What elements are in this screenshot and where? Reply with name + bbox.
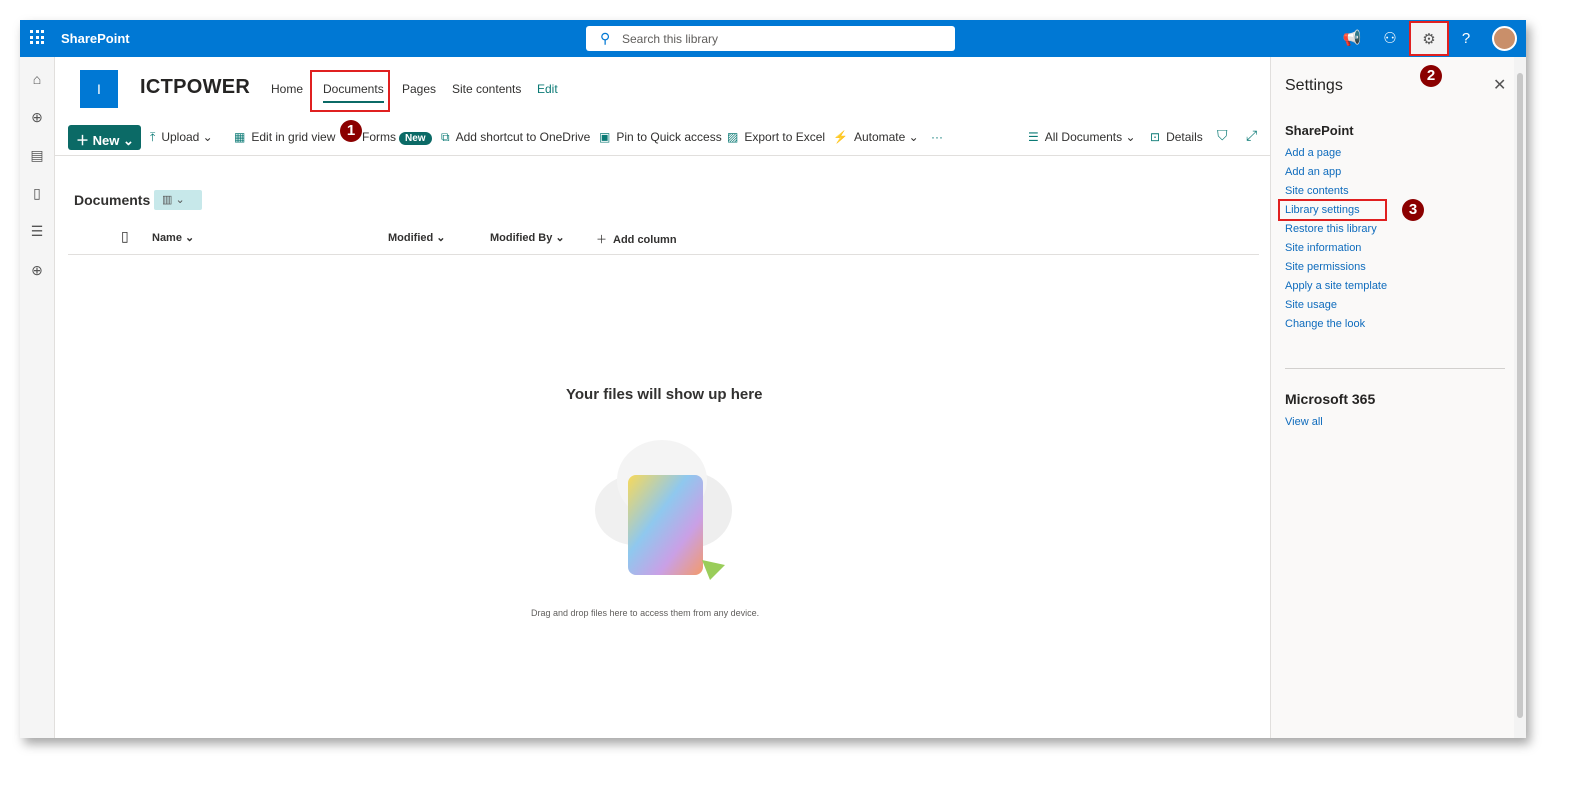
app-launcher-icon[interactable] — [30, 30, 44, 44]
new-label: New — [92, 133, 120, 148]
annotation-badge-3: 3 — [1402, 199, 1424, 221]
shortcut-label: Add shortcut to OneDrive — [455, 130, 591, 144]
pin-label: Pin to Quick access — [616, 130, 722, 144]
settings-panel: Settings ✕ SharePoint Add a page Add an … — [1270, 57, 1514, 738]
column-modified-by-label: Modified By — [490, 232, 553, 244]
empty-hint: Drag and drop files here to access them … — [531, 608, 760, 618]
add-icon[interactable]: ⊕ — [28, 262, 46, 279]
link-restore-library[interactable]: Restore this library — [1285, 223, 1377, 235]
upload-button[interactable]: ⤒ Upload ⌄ — [150, 130, 213, 145]
details-label: Details — [1166, 130, 1203, 144]
upload-label: Upload — [161, 130, 200, 144]
highlight-library-settings — [1278, 199, 1387, 221]
annotation-badge-1: 1 — [340, 120, 362, 142]
nav-home[interactable]: Home — [271, 82, 303, 96]
panel-divider — [1285, 368, 1505, 369]
pin-quick-access-button[interactable]: ▣ Pin to Quick access — [599, 130, 722, 144]
forms-label: Forms — [362, 130, 396, 144]
globe-icon[interactable]: ⊕ — [28, 109, 46, 126]
filter-icon[interactable]: ⛉ — [1217, 127, 1228, 144]
grid-icon: ▦ — [234, 130, 246, 144]
left-rail: ⌂ ⊕ ▤ ▯ ☰ ⊕ — [20, 57, 55, 738]
panel-scrollbar[interactable] — [1514, 57, 1526, 738]
column-name[interactable]: Name ⌄ — [152, 231, 194, 244]
annotation-badge-2: 2 — [1420, 65, 1442, 87]
automate-label: Automate — [853, 130, 906, 144]
view-label: All Documents — [1044, 130, 1123, 144]
help-icon[interactable]: ? — [1448, 20, 1484, 57]
upload-icon: ⤒ — [150, 130, 156, 144]
link-change-look[interactable]: Change the look — [1285, 318, 1365, 330]
settings-title: Settings — [1285, 77, 1343, 94]
link-site-contents[interactable]: Site contents — [1285, 185, 1349, 197]
export-excel-button[interactable]: ▨ Export to Excel — [727, 130, 825, 144]
empty-cloud-illustration — [595, 440, 732, 580]
megaphone-icon[interactable]: 📢 — [1334, 20, 1370, 57]
automate-button[interactable]: ⚡ Automate ⌄ — [833, 130, 919, 144]
m365-section-heading: Microsoft 365 — [1285, 391, 1376, 407]
grid-label: Edit in grid view — [251, 130, 336, 144]
nav-edit[interactable]: Edit — [537, 82, 558, 96]
home-icon[interactable]: ⌂ — [28, 71, 46, 87]
search-input[interactable]: ⚲ Search this library — [586, 26, 955, 51]
link-site-permissions[interactable]: Site permissions — [1285, 261, 1366, 273]
highlight-documents — [310, 70, 390, 112]
shortcut-icon: ⧉ — [441, 130, 450, 144]
avatar[interactable] — [1492, 26, 1517, 51]
divider — [55, 155, 1270, 156]
link-view-all[interactable]: View all — [1285, 416, 1323, 428]
link-add-app[interactable]: Add an app — [1285, 166, 1341, 178]
nav-pages[interactable]: Pages — [402, 82, 436, 96]
library-view-button[interactable]: ▥ ⌄ — [154, 190, 202, 210]
automate-icon: ⚡ — [833, 130, 848, 144]
edit-grid-button[interactable]: ▦ Edit in grid view — [234, 130, 335, 144]
search-placeholder: Search this library — [622, 32, 719, 46]
empty-title: Your files will show up here — [566, 386, 763, 403]
site-logo[interactable]: I — [80, 70, 118, 108]
search-icon: ⚲ — [600, 30, 611, 46]
link-site-information[interactable]: Site information — [1285, 242, 1361, 254]
details-icon: ⊡ — [1150, 130, 1161, 144]
expand-icon[interactable]: ⤢ — [1246, 127, 1257, 144]
file-type-icon: ▯ — [121, 228, 129, 244]
close-icon[interactable]: ✕ — [1493, 75, 1506, 95]
top-bar: SharePoint ⚲ Search this library 📢 ⚇ ⚙ ? — [20, 20, 1526, 57]
view-selector[interactable]: ☰ All Documents ⌄ — [1028, 130, 1136, 144]
column-modified[interactable]: Modified ⌄ — [388, 231, 446, 244]
file-icon[interactable]: ▯ — [28, 185, 46, 202]
sharepoint-window: SharePoint ⚲ Search this library 📢 ⚇ ⚙ ? … — [20, 20, 1526, 738]
pin-icon: ▣ — [599, 130, 611, 144]
link-add-page[interactable]: Add a page — [1285, 147, 1341, 159]
nav-site-contents[interactable]: Site contents — [452, 82, 521, 96]
header-divider — [68, 254, 1259, 255]
export-label: Export to Excel — [744, 130, 826, 144]
new-button[interactable]: ＋ New ⌄ — [68, 125, 141, 150]
link-apply-template[interactable]: Apply a site template — [1285, 280, 1387, 292]
news-icon[interactable]: ▤ — [28, 147, 46, 164]
add-column-button[interactable]: ＋ Add column — [596, 231, 677, 247]
excel-icon: ▨ — [727, 130, 739, 144]
more-button[interactable]: ··· — [931, 130, 943, 144]
column-modified-by[interactable]: Modified By ⌄ — [490, 231, 565, 244]
site-title[interactable]: ICTPOWER — [140, 76, 250, 99]
scrollbar-thumb[interactable] — [1517, 73, 1523, 718]
link-site-usage[interactable]: Site usage — [1285, 299, 1337, 311]
list-icon[interactable]: ☰ — [28, 223, 46, 240]
add-column-label: Add column — [613, 234, 677, 246]
settings-gear-icon[interactable]: ⚙ — [1409, 21, 1449, 56]
new-badge: New — [399, 132, 432, 145]
details-button[interactable]: ⊡ Details — [1150, 130, 1203, 144]
app-name[interactable]: SharePoint — [61, 31, 130, 46]
forms-button[interactable]: Forms New — [362, 130, 432, 145]
sharepoint-section-heading: SharePoint — [1285, 123, 1354, 138]
add-shortcut-button[interactable]: ⧉ Add shortcut to OneDrive — [441, 130, 590, 145]
plus-icon: ＋ — [596, 234, 607, 246]
view-icon: ☰ — [1028, 130, 1039, 144]
feedback-icon[interactable]: ⚇ — [1372, 20, 1408, 57]
column-name-label: Name — [152, 232, 182, 244]
library-title[interactable]: Documents — [74, 192, 150, 208]
column-modified-label: Modified — [388, 232, 434, 244]
